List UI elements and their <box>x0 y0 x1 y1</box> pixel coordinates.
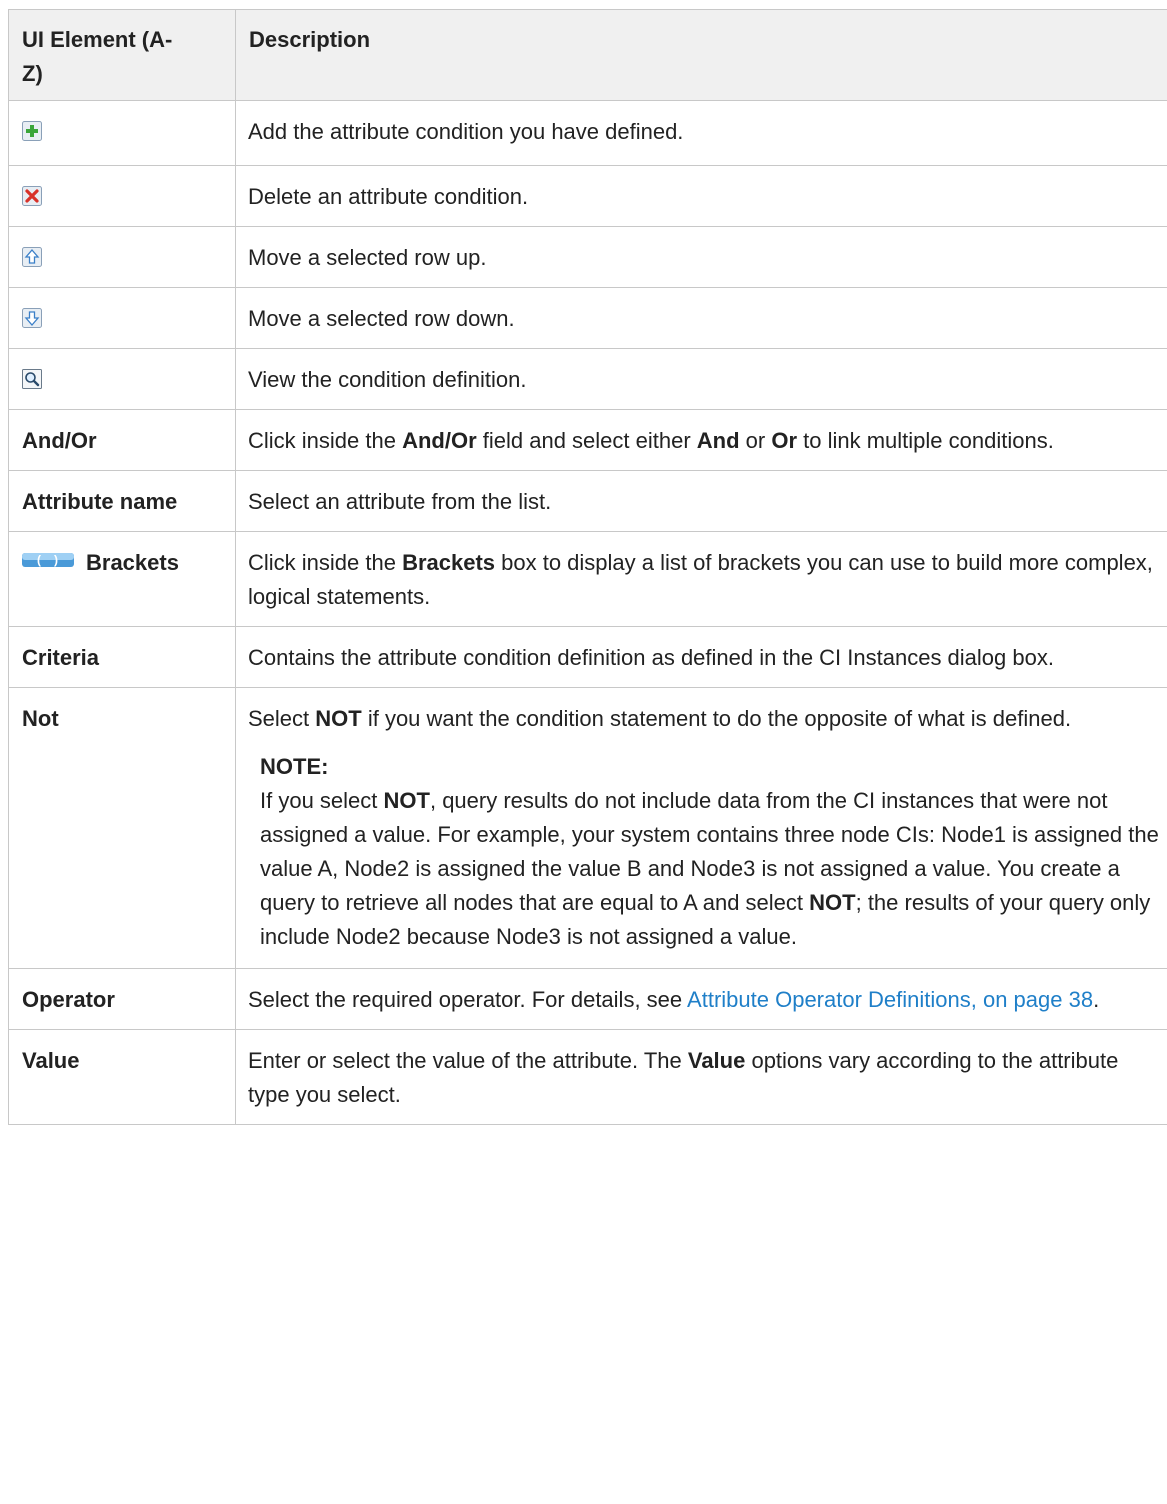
move-up-icon <box>22 247 42 267</box>
svg-text:): ) <box>54 553 58 567</box>
description-cell: Select the required operator. For detail… <box>235 968 1167 1030</box>
table-row: Operator Select the required operator. F… <box>8 968 1167 1030</box>
ui-elements-table: UI Element (A- Z) Description Add the at… <box>8 9 1167 1125</box>
table-header-row: UI Element (A- Z) Description <box>8 9 1167 101</box>
description-cell: Move a selected row up. <box>235 226 1167 288</box>
element-cell <box>8 287 236 349</box>
element-cell: And/Or <box>8 409 236 471</box>
element-cell: Criteria <box>8 626 236 688</box>
description-cell: Enter or select the value of the attribu… <box>235 1029 1167 1125</box>
brackets-icon: ( ) <box>22 553 74 567</box>
header-element-line1: UI Element (A- <box>22 27 173 52</box>
note-text: If you select NOT, query results do not … <box>260 788 1159 949</box>
column-header-description: Description <box>235 9 1167 101</box>
svg-text:(: ( <box>37 553 41 567</box>
element-cell: Operator <box>8 968 236 1030</box>
move-down-icon <box>22 308 42 328</box>
table-row: Move a selected row up. <box>8 226 1167 288</box>
element-cell <box>8 165 236 227</box>
element-cell: ( ) Brackets <box>8 531 236 627</box>
table-row: Value Enter or select the value of the a… <box>8 1029 1167 1125</box>
not-description: Select NOT if you want the condition sta… <box>248 706 1072 731</box>
table-row: View the condition definition. <box>8 348 1167 410</box>
description-cell: View the condition definition. <box>235 348 1167 410</box>
column-header-ui-element: UI Element (A- Z) <box>8 9 236 101</box>
view-icon <box>22 369 42 389</box>
table-row: And/Or Click inside the And/Or field and… <box>8 409 1167 471</box>
table-row: Not Select NOT if you want the condition… <box>8 687 1167 969</box>
brackets-label: Brackets <box>86 550 179 575</box>
element-cell: Not <box>8 687 236 969</box>
table-row: Criteria Contains the attribute conditio… <box>8 626 1167 688</box>
note-box: NOTE: If you select NOT, query results d… <box>248 750 1162 954</box>
add-icon <box>22 121 42 141</box>
note-title: NOTE: <box>260 754 329 779</box>
element-cell <box>8 226 236 288</box>
delete-icon <box>22 186 42 206</box>
description-cell: Delete an attribute condition. <box>235 165 1167 227</box>
description-cell: Click inside the And/Or field and select… <box>235 409 1167 471</box>
description-cell: Click inside the Brackets box to display… <box>235 531 1167 627</box>
element-cell: Value <box>8 1029 236 1125</box>
description-cell: Select NOT if you want the condition sta… <box>235 687 1167 969</box>
description-cell: Contains the attribute condition definit… <box>235 626 1167 688</box>
table-row: Delete an attribute condition. <box>8 165 1167 227</box>
element-cell <box>8 100 236 166</box>
table-row: Add the attribute condition you have def… <box>8 100 1167 166</box>
attribute-operator-definitions-link[interactable]: Attribute Operator Definitions, on page … <box>687 987 1093 1012</box>
table-row: ( ) Brackets Click inside the Brackets b… <box>8 531 1167 627</box>
table-row: Move a selected row down. <box>8 287 1167 349</box>
header-element-line2: Z) <box>22 61 43 86</box>
description-cell: Select an attribute from the list. <box>235 470 1167 532</box>
element-cell: Attribute name <box>8 470 236 532</box>
description-cell: Move a selected row down. <box>235 287 1167 349</box>
table-row: Attribute name Select an attribute from … <box>8 470 1167 532</box>
element-cell <box>8 348 236 410</box>
description-cell: Add the attribute condition you have def… <box>235 100 1167 166</box>
